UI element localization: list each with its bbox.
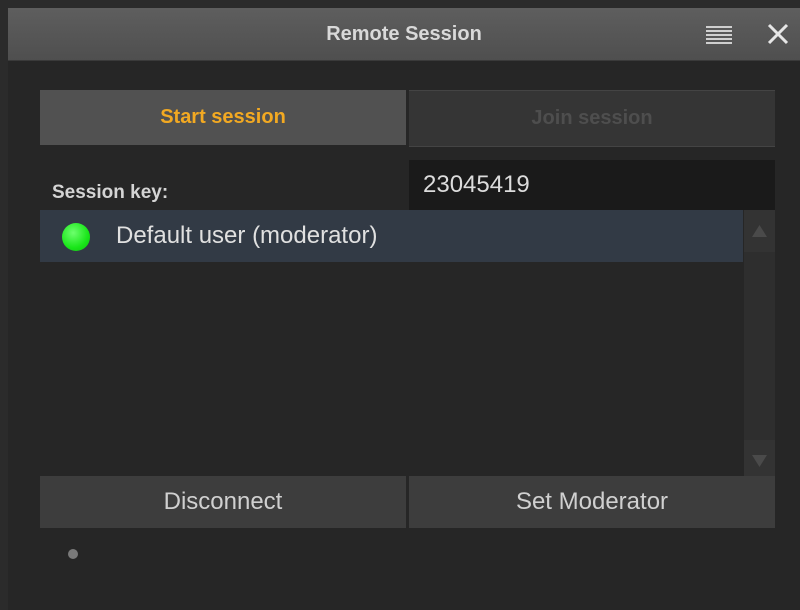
online-status-icon: [62, 223, 90, 251]
user-list: Default user (moderator): [40, 210, 775, 482]
title-bar: Remote Session: [8, 8, 800, 61]
window-title: Remote Session: [326, 23, 482, 45]
user-name: Default user (moderator): [116, 222, 378, 249]
close-icon[interactable]: [766, 22, 790, 46]
set-moderator-button[interactable]: Set Moderator: [409, 476, 775, 528]
tab-join-session[interactable]: Join session: [409, 90, 775, 147]
remote-session-window: Remote Session Start session Join sessio…: [8, 8, 800, 610]
disconnect-button[interactable]: Disconnect: [40, 476, 406, 528]
session-key-field[interactable]: 23045419: [409, 160, 775, 210]
menu-icon[interactable]: [706, 26, 732, 44]
scrollbar[interactable]: [744, 210, 775, 482]
scroll-up-button[interactable]: [744, 210, 775, 252]
tab-start-session[interactable]: Start session: [40, 90, 406, 145]
list-item-user[interactable]: Default user (moderator): [40, 210, 743, 262]
status-indicator-dot: [68, 549, 78, 559]
triangle-up-icon: [752, 225, 767, 237]
